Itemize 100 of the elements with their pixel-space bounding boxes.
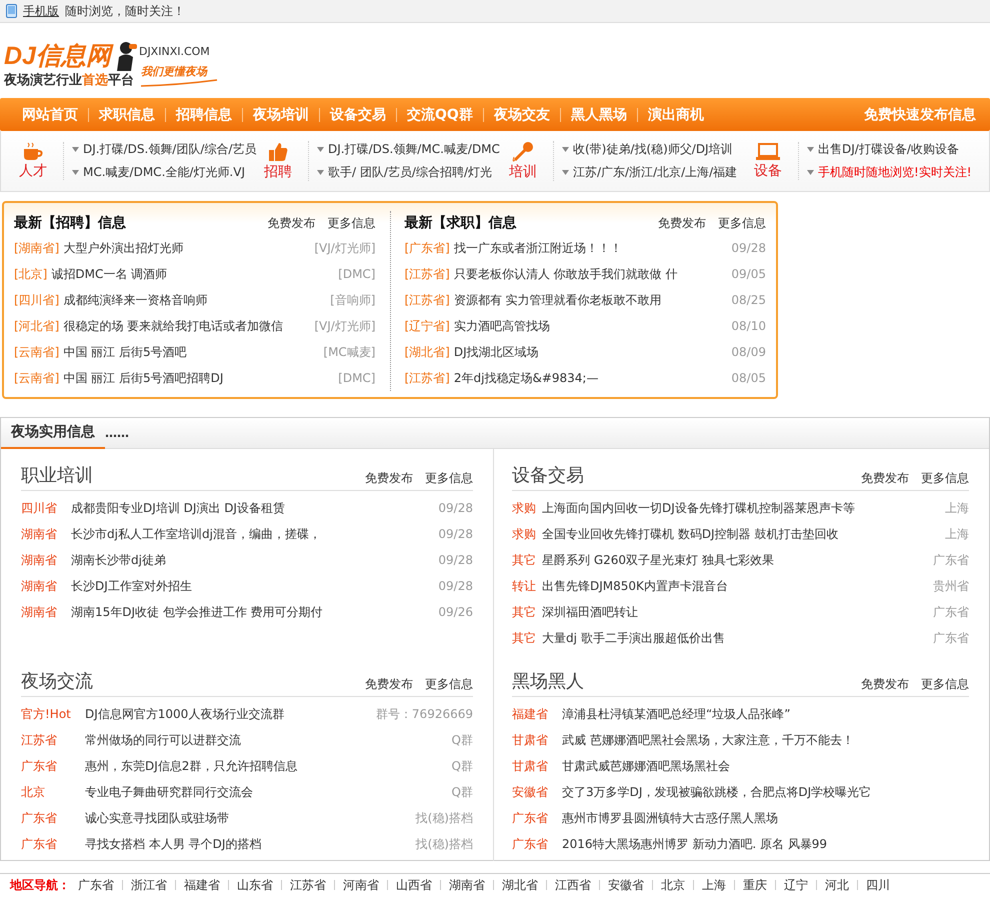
post-link[interactable]: 成都纯演绎来一资格音响师 [63,292,330,308]
post-link[interactable]: 湖南15年DJ收徒 包学会推进工作 费用可分期付 [71,604,438,620]
tag-link[interactable]: 其它 [512,630,542,646]
post-link[interactable]: 很稳定的场 要来就给我打电话或者加微信 [63,318,314,334]
box-action-link[interactable]: 免费发布 [268,214,316,232]
category-label[interactable]: 人才 [19,162,47,180]
region-nav-link[interactable]: 湖南省 [441,876,493,894]
tag-link[interactable]: 福建省 [512,706,562,722]
region-nav-link[interactable]: 重庆 [735,876,775,894]
panel-action-link[interactable]: 更多信息 [425,676,473,693]
tag-link[interactable]: 江苏省 [21,732,85,748]
tag-link[interactable]: 广东省 [21,758,85,774]
category-label[interactable]: 招聘 [264,163,292,181]
post-link[interactable]: 武威 芭娜娜酒吧黑社会黑场，大家注意，千万不能去！ [562,732,969,748]
post-link[interactable]: 中国 丽江 后街5号酒吧招聘DJ [63,370,338,386]
post-link[interactable]: 湖南长沙带dj徒弟 [71,552,438,568]
section-tab[interactable]: 夜场实用信息 [1,418,105,448]
post-link[interactable]: 出售先锋DJM850K内置声卡混音台 [542,578,933,594]
post-link[interactable]: 全国专业回收先锋打碟机 数码DJ控制器 鼓机打击垫回收 [542,526,945,542]
box-action-link[interactable]: 更多信息 [328,214,376,232]
tag-link[interactable]: 求购 [512,500,542,516]
category-link[interactable]: DJ.打碟/DS.领舞/团队/综合/艺员 [83,141,256,158]
tag-link[interactable]: 四川省 [21,500,71,516]
post-link[interactable]: 长沙DJ工作室对外招生 [71,578,438,594]
region-nav-link[interactable]: 辽宁 [776,876,816,894]
mobile-version-link[interactable]: 手机版 [23,2,59,20]
tag-link[interactable]: 官方!Hot [21,706,85,722]
post-link[interactable]: 资源都有 实力管理就看你老板敢不敢用 [454,292,732,308]
post-link[interactable]: 成都贵阳专业DJ培训 DJ演出 DJ设备租赁 [71,500,438,516]
post-link[interactable]: DJ信息网官方1000人夜场行业交流群 [85,706,376,722]
region-nav-link[interactable]: 山西省 [388,876,440,894]
tag-link[interactable]: 湖南省 [21,552,71,568]
category-link[interactable]: 收(带)徒弟/找(稳)师父/DJ培训 [573,141,733,158]
tag-link[interactable]: 湖南省 [21,526,71,542]
panel-action-link[interactable]: 更多信息 [921,676,969,693]
tag-link[interactable]: 甘肃省 [512,732,562,748]
tag-link[interactable]: 北京 [21,784,85,800]
post-link[interactable]: 中国 丽江 后街5号酒吧 [63,344,324,360]
post-link[interactable]: 惠州，东莞DJ信息2群，只允许招聘信息 [85,758,452,774]
region-nav-link[interactable]: 广东省 [70,876,122,894]
tag-link[interactable]: 湖南省 [21,578,71,594]
post-link[interactable]: 上海面向国内回收一切DJ设备先锋打碟机控制器莱恩声卡等 [542,500,945,516]
tag-link[interactable]: 广东省 [512,810,562,826]
post-link[interactable]: 2016特大黑场惠州博罗 新动力酒吧. 原名 风暴99 [562,836,969,852]
tag-link[interactable]: 甘肃省 [512,758,562,774]
post-link[interactable]: 诚招DMC一名 调酒师 [51,266,338,282]
region-nav-link[interactable]: 福建省 [176,876,228,894]
post-link[interactable]: 专业电子舞曲研究群同行交流会 [85,784,452,800]
panel-action-link[interactable]: 免费发布 [365,676,413,693]
tag-link[interactable]: 其它 [512,552,542,568]
post-link[interactable]: 诚心实意寻找团队或驻场带 [85,810,416,826]
region-nav-link[interactable]: 浙江省 [123,876,175,894]
region-nav-link[interactable]: 江苏省 [282,876,334,894]
tag-link[interactable]: 广东省 [21,836,85,852]
post-link[interactable]: 交了3万多学DJ，发现被骗欲跳楼，合肥点将DJ学校曝光它 [562,784,969,800]
post-link[interactable]: 实力酒吧高管找场 [454,318,732,334]
panel-action-link[interactable]: 免费发布 [365,470,413,487]
post-link[interactable]: 大量dj 歌手二手演出服超低价出售 [542,630,933,646]
region-nav-link[interactable]: 四川 [858,876,898,894]
post-link[interactable]: 深圳福田酒吧转让 [542,604,933,620]
tag-link[interactable]: 安徽省 [512,784,562,800]
category-label[interactable]: 设备 [754,162,782,180]
region-nav-link[interactable]: 安徽省 [600,876,652,894]
region-nav-link[interactable]: 河南省 [335,876,387,894]
post-link[interactable]: 星爵系列 G260双子星光束灯 独具七彩效果 [542,552,933,568]
tag-link[interactable]: 其它 [512,604,542,620]
post-link[interactable]: 大型户外演出招灯光师 [63,240,314,256]
category-link[interactable]: MC.喊麦/DMC.全能/灯光师.VJ [83,164,245,181]
post-link[interactable]: 只要老板你认清人 你敢放手我们就敢做 什 [454,266,732,282]
post-link[interactable]: 寻找女搭档 本人男 寻个DJ的搭档 [85,836,416,852]
tag-link[interactable]: 求购 [512,526,542,542]
tag-link[interactable]: 广东省 [512,836,562,852]
post-link[interactable]: DJ找湖北区域场 [454,344,732,360]
category-link[interactable]: 江苏/广东/浙江/北京/上海/福建 [573,164,738,181]
post-link[interactable]: 惠州市博罗县圆洲镇特大古惑仔黑人黑场 [562,810,969,826]
panel-action-link[interactable]: 免费发布 [861,676,909,693]
region-nav-link[interactable]: 湖北省 [494,876,546,894]
post-link[interactable]: 找一广东或者浙江附近场！！！ [454,240,732,256]
post-link[interactable]: 甘肃武威芭娜娜酒吧黑场黑社会 [562,758,969,774]
box-action-link[interactable]: 免费发布 [658,214,706,232]
category-link[interactable]: DJ.打碟/DS.领舞/MC.喊麦/DMC [328,141,500,158]
category-link[interactable]: 歌手/ 团队/艺员/综合招聘/灯光 [328,164,492,181]
region-nav-link[interactable]: 上海 [694,876,734,894]
category-label[interactable]: 培训 [509,163,537,181]
tag-link[interactable]: 广东省 [21,810,85,826]
panel-action-link[interactable]: 更多信息 [921,470,969,487]
box-action-link[interactable]: 更多信息 [718,214,766,232]
post-link[interactable]: 长沙市dj私人工作室培训dj混音，编曲，搓碟， [71,526,438,542]
region-nav-link[interactable]: 河北 [817,876,857,894]
post-link[interactable]: 漳浦县杜浔镇某酒吧总经理“垃圾人品张峰” [562,706,969,722]
region-nav-link[interactable]: 北京 [653,876,693,894]
panel-action-link[interactable]: 免费发布 [861,470,909,487]
post-link[interactable]: 2年dj找稳定场&#9834;— [454,370,732,386]
region-nav-link[interactable]: 江西省 [547,876,599,894]
category-link[interactable]: 手机随时随地浏览!实时关注! [818,164,972,181]
category-link[interactable]: 出售DJ/打碟设备/收购设备 [818,141,959,158]
panel-action-link[interactable]: 更多信息 [425,470,473,487]
region-nav-link[interactable]: 山东省 [229,876,281,894]
tag-link[interactable]: 湖南省 [21,604,71,620]
tag-link[interactable]: 转让 [512,578,542,594]
